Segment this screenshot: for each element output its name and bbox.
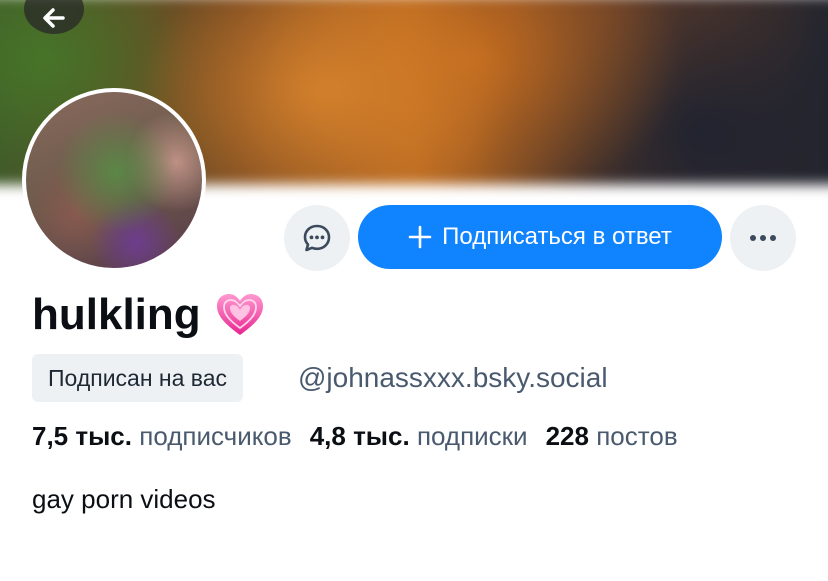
chat-bubble-icon xyxy=(303,224,331,252)
message-button[interactable] xyxy=(284,205,350,271)
posts-count: 228 xyxy=(545,421,589,451)
followers-stat[interactable]: 7,5 тыс. подписчиков xyxy=(32,421,292,452)
followers-label: подписчиков xyxy=(139,421,292,451)
profile-stats: 7,5 тыс. подписчиков 4,8 тыс. подписки 2… xyxy=(32,421,678,452)
following-label: подписки xyxy=(416,421,528,451)
posts-label: постов xyxy=(596,421,678,451)
follows-you-badge: Подписан на вас xyxy=(32,354,244,402)
posts-stat: 228 постов xyxy=(546,421,678,452)
following-stat[interactable]: 4,8 тыс. подписки xyxy=(310,421,528,452)
following-count: 4,8 тыс. xyxy=(309,421,410,451)
follow-back-button[interactable]: Подписаться в ответ xyxy=(358,205,722,269)
more-dots-icon xyxy=(750,235,776,241)
avatar[interactable] xyxy=(22,88,206,272)
display-name-row: hulkling xyxy=(32,290,265,340)
profile-bio: gay porn videos xyxy=(32,484,216,514)
more-options-button[interactable] xyxy=(730,205,796,271)
followers-count: 7,5 тыс. xyxy=(32,421,132,451)
plus-icon xyxy=(408,225,432,249)
heart-sparkle-icon xyxy=(216,294,263,335)
back-arrow-icon xyxy=(43,8,65,28)
profile-handle: @johnassxxx.bsky.social xyxy=(298,362,608,393)
display-name: hulkling xyxy=(32,290,201,339)
follow-back-label: Подписаться в ответ xyxy=(442,223,672,250)
